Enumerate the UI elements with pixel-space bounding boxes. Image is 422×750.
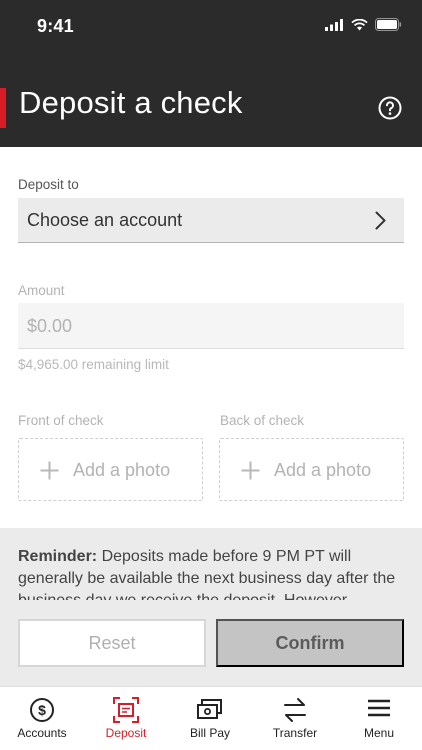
reminder-title: Reminder: bbox=[18, 548, 98, 565]
deposit-screen: 9:41 Deposit a check Deposit to Choose a… bbox=[0, 0, 422, 750]
back-photo-button[interactable]: Add a photo bbox=[219, 438, 404, 501]
tab-accounts[interactable]: $ Accounts bbox=[0, 687, 84, 750]
signal-icon bbox=[325, 18, 343, 31]
confirm-button[interactable]: Confirm bbox=[216, 619, 404, 667]
status-icons bbox=[325, 18, 402, 31]
deposit-scan-icon bbox=[113, 697, 139, 723]
amount-input[interactable]: $0.00 bbox=[18, 303, 404, 349]
chevron-right-icon bbox=[375, 211, 386, 230]
status-bar: 9:41 bbox=[0, 0, 422, 52]
reminder-panel: Reminder: Deposits made before 9 PM PT w… bbox=[0, 528, 422, 686]
dollar-circle-icon: $ bbox=[30, 698, 54, 722]
reset-button[interactable]: Reset bbox=[18, 619, 206, 667]
back-of-check-label: Back of check bbox=[220, 413, 305, 428]
plus-icon bbox=[40, 461, 59, 480]
amount-placeholder: $0.00 bbox=[27, 316, 73, 336]
svg-text:$: $ bbox=[38, 702, 46, 718]
tab-menu[interactable]: Menu bbox=[337, 687, 421, 750]
tab-transfer-label: Transfer bbox=[272, 726, 318, 740]
tab-transfer[interactable]: Transfer bbox=[253, 687, 337, 750]
account-select-value: Choose an account bbox=[27, 210, 183, 230]
tab-accounts-label: Accounts bbox=[17, 726, 67, 740]
front-of-check-label: Front of check bbox=[18, 413, 104, 428]
back-photo-label: Add a photo bbox=[274, 460, 372, 480]
bill-pay-icon bbox=[197, 699, 222, 719]
front-photo-label: Add a photo bbox=[73, 460, 171, 480]
transfer-arrows-icon bbox=[284, 698, 306, 722]
tab-deposit-label: Deposit bbox=[105, 726, 147, 740]
tab-deposit[interactable]: Deposit bbox=[84, 687, 168, 750]
front-photo-button[interactable]: Add a photo bbox=[18, 438, 203, 501]
remaining-limit-text: $4,965.00 remaining limit bbox=[18, 357, 169, 372]
page-header: Deposit a check bbox=[0, 52, 422, 147]
wifi-icon bbox=[351, 18, 368, 30]
battery-icon bbox=[375, 18, 402, 31]
page-title: Deposit a check bbox=[19, 85, 243, 120]
header-accent-bar bbox=[0, 88, 6, 128]
account-select[interactable]: Choose an account bbox=[18, 198, 404, 243]
hamburger-menu-icon bbox=[368, 699, 390, 717]
status-time: 9:41 bbox=[37, 16, 74, 36]
tab-bill-pay-label: Bill Pay bbox=[189, 726, 230, 740]
reminder-text: Reminder: Deposits made before 9 PM PT w… bbox=[18, 546, 398, 600]
amount-label: Amount bbox=[18, 283, 65, 298]
tab-bill-pay[interactable]: Bill Pay bbox=[168, 687, 252, 750]
plus-icon bbox=[241, 461, 260, 480]
tab-menu-label: Menu bbox=[363, 726, 395, 740]
bottom-tab-bar: $ Accounts Deposit Bill Pay Transfer Men… bbox=[0, 686, 422, 750]
question-circle-icon[interactable] bbox=[378, 96, 402, 120]
deposit-to-label: Deposit to bbox=[18, 177, 79, 192]
